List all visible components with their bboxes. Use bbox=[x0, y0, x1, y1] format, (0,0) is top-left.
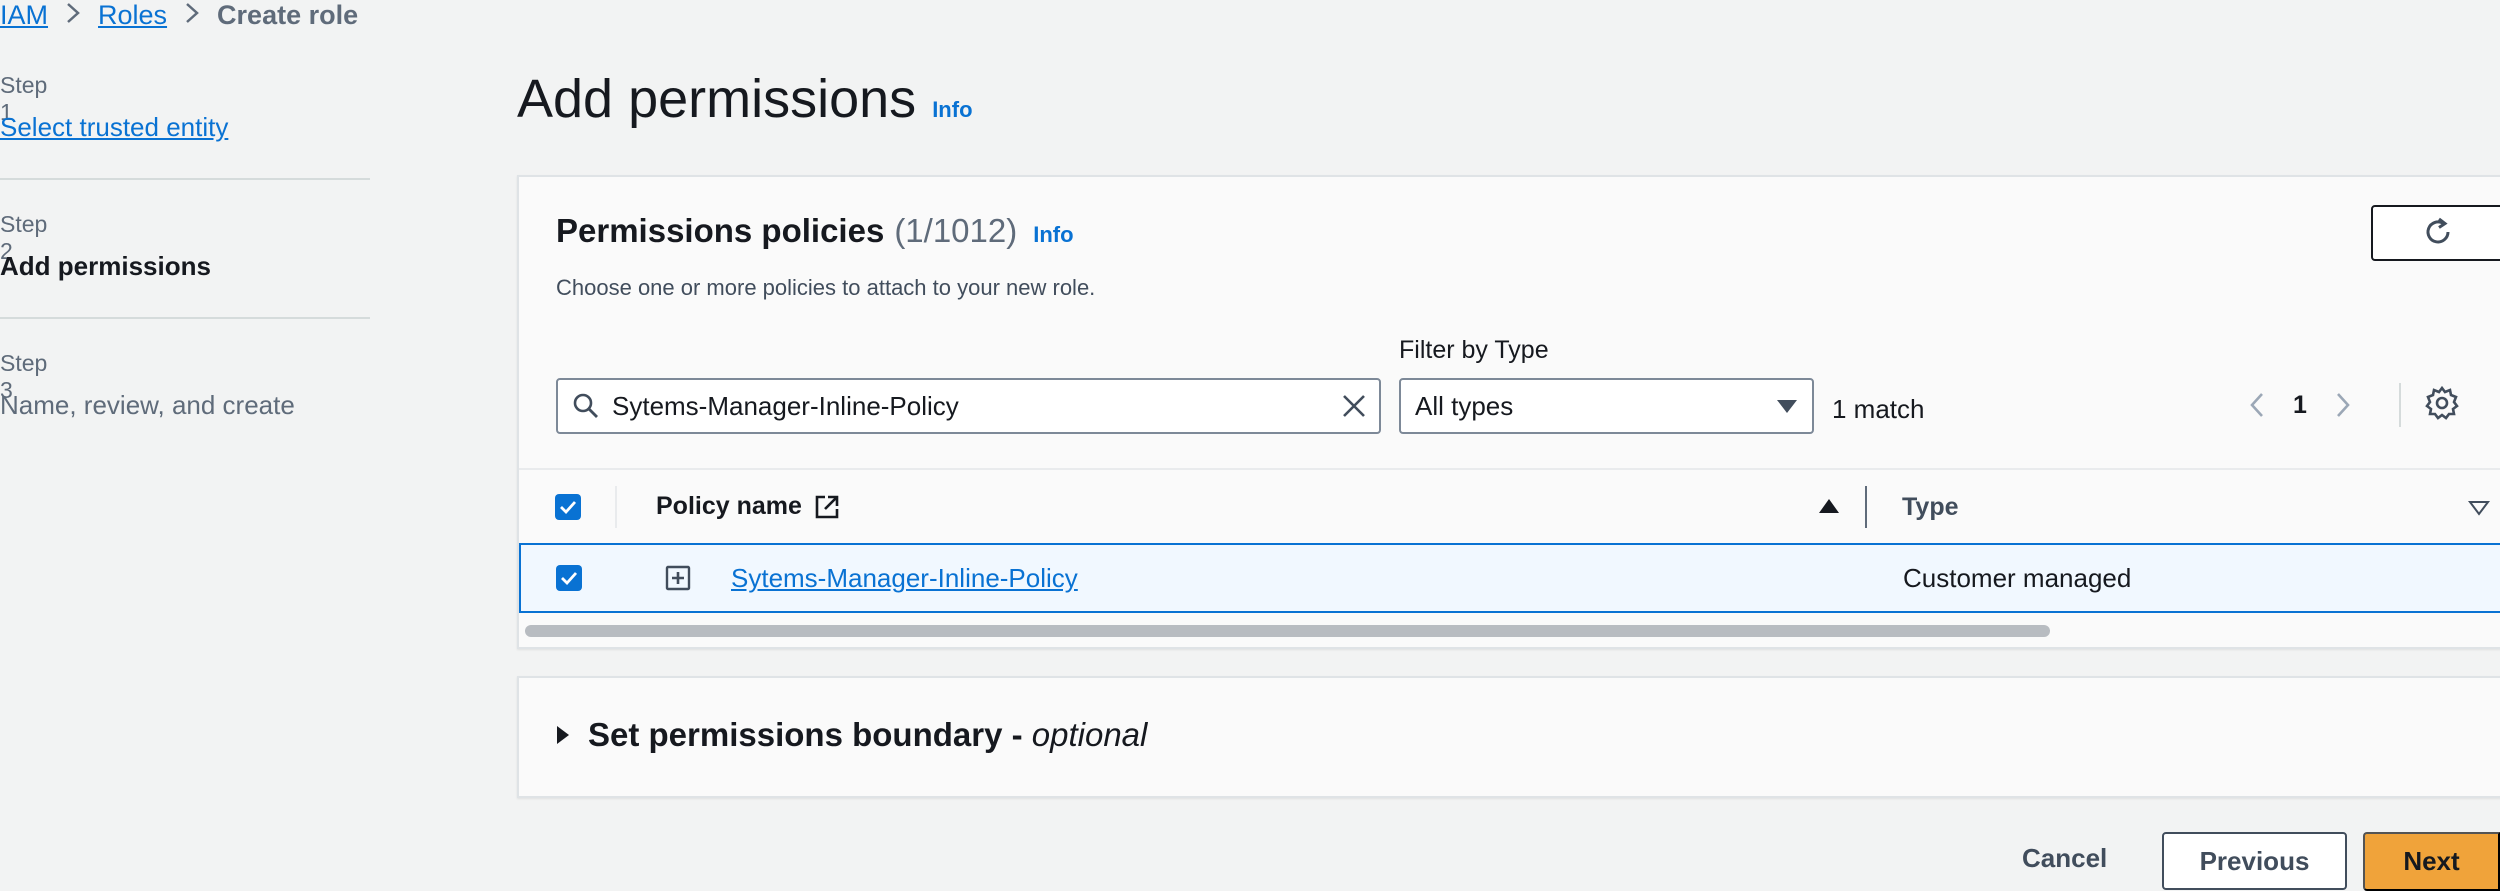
permissions-boundary-panel[interactable]: Set permissions boundary - optional bbox=[517, 676, 2500, 798]
boundary-title: Set permissions boundary - bbox=[588, 716, 1032, 753]
row-checkbox[interactable] bbox=[556, 565, 582, 591]
policy-name-link[interactable]: Sytems-Manager-Inline-Policy bbox=[731, 563, 1078, 594]
permissions-policies-panel: Permissions policies (1/1012) Info Choos… bbox=[517, 175, 2500, 649]
filter-by-type-label: Filter by Type bbox=[1399, 336, 1549, 364]
panel-description: Choose one or more policies to attach to… bbox=[556, 275, 1096, 300]
column-header-policy-name[interactable]: Policy name bbox=[656, 492, 840, 521]
column-header-policy-name-label: Policy name bbox=[656, 492, 802, 520]
expand-icon[interactable] bbox=[665, 565, 691, 596]
page-header: Add permissions Info bbox=[517, 68, 973, 130]
next-button[interactable]: Next bbox=[2363, 832, 2500, 891]
sort-ascending-icon[interactable] bbox=[1818, 498, 1840, 519]
sort-descending-icon[interactable] bbox=[2468, 500, 2490, 521]
scrollbar-thumb[interactable] bbox=[525, 625, 2050, 637]
search-value[interactable]: Sytems-Manager-Inline-Policy bbox=[612, 391, 1341, 422]
clear-icon[interactable] bbox=[1341, 393, 1367, 419]
page-info-link[interactable]: Info bbox=[932, 97, 972, 123]
horizontal-scrollbar[interactable] bbox=[519, 623, 2500, 637]
policy-count: (1/1012) bbox=[894, 212, 1018, 249]
filter-type-value: All types bbox=[1415, 390, 1514, 421]
search-icon bbox=[572, 392, 600, 420]
filter-type-select[interactable]: All types bbox=[1399, 378, 1814, 434]
boundary-expander[interactable]: Set permissions boundary - optional bbox=[556, 716, 1147, 754]
breadcrumb-current: Create role bbox=[217, 0, 359, 30]
cancel-button[interactable]: Cancel bbox=[2022, 843, 2107, 874]
settings-icon[interactable] bbox=[2424, 385, 2460, 426]
breadcrumb-iam-link[interactable]: IAM bbox=[0, 0, 48, 31]
step-divider bbox=[0, 317, 370, 319]
column-header-type[interactable]: Type bbox=[1902, 493, 1959, 522]
caret-right-icon bbox=[556, 725, 570, 745]
chevron-right-icon[interactable] bbox=[2335, 392, 2351, 418]
breadcrumb: IAM Roles Create role bbox=[0, 0, 358, 30]
select-all-checkbox[interactable] bbox=[555, 494, 581, 520]
external-link-icon bbox=[814, 494, 840, 520]
step-2-title: Add permissions bbox=[0, 251, 211, 281]
checkbox-checked-icon bbox=[560, 501, 577, 514]
policy-type: Customer managed bbox=[1903, 563, 2132, 593]
boundary-optional: optional bbox=[1031, 716, 1148, 753]
previous-button[interactable]: Previous bbox=[2162, 832, 2347, 890]
table-row[interactable]: Sytems-Manager-Inline-Policy Customer ma… bbox=[519, 543, 2500, 613]
step-3-title: Name, review, and create bbox=[0, 390, 295, 420]
policies-info-link[interactable]: Info bbox=[1033, 222, 1073, 248]
chevron-right-icon bbox=[185, 0, 199, 31]
panel-heading: Permissions policies (1/1012) Info bbox=[556, 212, 1074, 250]
page-number[interactable]: 1 bbox=[2293, 391, 2307, 420]
page-title: Add permissions bbox=[517, 69, 917, 129]
refresh-icon bbox=[2421, 215, 2455, 252]
column-divider bbox=[615, 486, 617, 528]
refresh-button[interactable] bbox=[2371, 205, 2500, 261]
policy-search-input[interactable]: Sytems-Manager-Inline-Policy bbox=[556, 378, 1381, 434]
breadcrumb-roles-link[interactable]: Roles bbox=[98, 0, 167, 31]
chevron-right-icon bbox=[66, 0, 80, 31]
match-count: 1 match bbox=[1832, 394, 1925, 424]
column-resizer[interactable] bbox=[1865, 486, 1867, 528]
pagination: 1 bbox=[2249, 385, 2351, 425]
step-1-link[interactable]: Select trusted entity bbox=[0, 112, 228, 143]
panel-title: Permissions policies bbox=[556, 212, 885, 249]
checkbox-checked-icon bbox=[561, 572, 578, 585]
caret-down-icon bbox=[1776, 398, 1798, 414]
step-divider bbox=[0, 178, 370, 180]
table-header: Policy name Type bbox=[519, 468, 2500, 544]
pagination-divider bbox=[2399, 383, 2401, 427]
chevron-left-icon[interactable] bbox=[2249, 392, 2265, 418]
